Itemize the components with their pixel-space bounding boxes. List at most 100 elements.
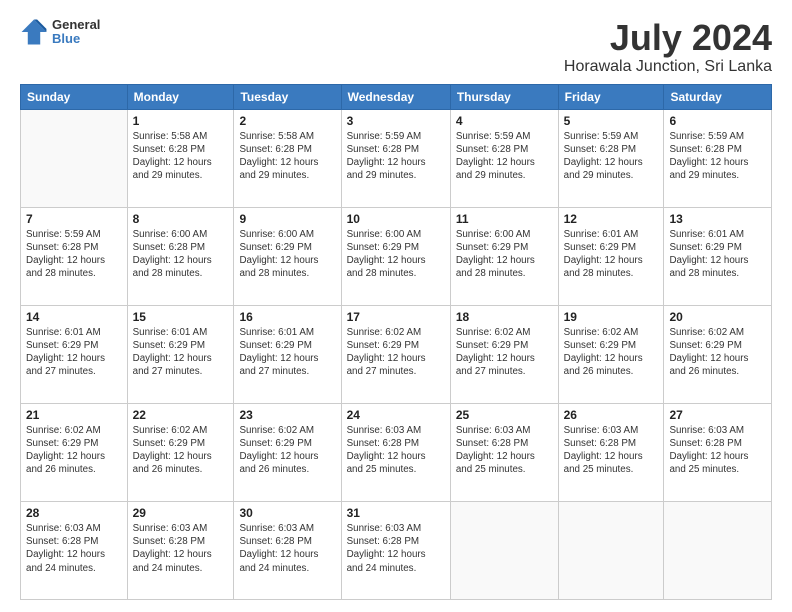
day-number: 19 bbox=[564, 310, 659, 324]
calendar-header: SundayMondayTuesdayWednesdayThursdayFrid… bbox=[21, 84, 772, 109]
calendar-table: SundayMondayTuesdayWednesdayThursdayFrid… bbox=[20, 84, 772, 600]
day-number: 20 bbox=[669, 310, 766, 324]
header-day-friday: Friday bbox=[558, 84, 664, 109]
day-info: Sunrise: 6:03 AM Sunset: 6:28 PM Dayligh… bbox=[456, 424, 553, 477]
day-info: Sunrise: 6:02 AM Sunset: 6:29 PM Dayligh… bbox=[239, 424, 335, 477]
calendar-cell: 23 Sunrise: 6:02 AM Sunset: 6:29 PM Dayli… bbox=[234, 403, 341, 501]
day-info: Sunrise: 6:02 AM Sunset: 6:29 PM Dayligh… bbox=[347, 326, 445, 379]
day-number: 23 bbox=[239, 408, 335, 422]
logo-text: General Blue bbox=[52, 18, 100, 47]
calendar-cell: 14 Sunrise: 6:01 AM Sunset: 6:29 PM Dayli… bbox=[21, 305, 128, 403]
header-day-monday: Monday bbox=[127, 84, 234, 109]
calendar-cell: 24Sunrise: 6:03 AM Sunset: 6:28 PM Dayli… bbox=[341, 403, 450, 501]
calendar-cell: 2Sunrise: 5:58 AM Sunset: 6:28 PM Daylig… bbox=[234, 109, 341, 207]
day-info: Sunrise: 5:59 AM Sunset: 6:28 PM Dayligh… bbox=[564, 130, 659, 183]
calendar-cell: 4Sunrise: 5:59 AM Sunset: 6:28 PM Daylig… bbox=[450, 109, 558, 207]
day-number: 21 bbox=[26, 408, 122, 422]
subtitle: Horawala Junction, Sri Lanka bbox=[564, 58, 772, 76]
day-info: Sunrise: 6:01 AM Sunset: 6:29 PM Dayligh… bbox=[133, 326, 229, 379]
week-row-1: 1Sunrise: 5:58 AM Sunset: 6:28 PM Daylig… bbox=[21, 109, 772, 207]
calendar-cell: 7 Sunrise: 5:59 AM Sunset: 6:28 PM Daylig… bbox=[21, 207, 128, 305]
day-number: 26 bbox=[564, 408, 659, 422]
week-row-2: 7 Sunrise: 5:59 AM Sunset: 6:28 PM Daylig… bbox=[21, 207, 772, 305]
logo: General Blue bbox=[20, 18, 100, 47]
day-number: 13 bbox=[669, 212, 766, 226]
calendar-cell bbox=[664, 501, 772, 599]
day-info: Sunrise: 6:01 AM Sunset: 6:29 PM Dayligh… bbox=[564, 228, 659, 281]
day-number: 30 bbox=[239, 506, 335, 520]
day-info: Sunrise: 5:59 AM Sunset: 6:28 PM Dayligh… bbox=[26, 228, 122, 281]
day-number: 22 bbox=[133, 408, 229, 422]
day-number: 31 bbox=[347, 506, 445, 520]
calendar-cell: 12 Sunrise: 6:01 AM Sunset: 6:29 PM Dayli… bbox=[558, 207, 664, 305]
calendar-cell: 21 Sunrise: 6:02 AM Sunset: 6:29 PM Dayli… bbox=[21, 403, 128, 501]
day-number: 9 bbox=[239, 212, 335, 226]
day-number: 25 bbox=[456, 408, 553, 422]
day-info: Sunrise: 5:59 AM Sunset: 6:28 PM Dayligh… bbox=[347, 130, 445, 183]
day-number: 28 bbox=[26, 506, 122, 520]
calendar-cell: 28 Sunrise: 6:03 AM Sunset: 6:28 PM Dayli… bbox=[21, 501, 128, 599]
calendar-cell: 31 Sunrise: 6:03 AM Sunset: 6:28 PM Dayli… bbox=[341, 501, 450, 599]
calendar-cell bbox=[21, 109, 128, 207]
day-number: 14 bbox=[26, 310, 122, 324]
header-day-sunday: Sunday bbox=[21, 84, 128, 109]
page: General Blue July 2024 Horawala Junction… bbox=[0, 0, 792, 612]
week-row-3: 14 Sunrise: 6:01 AM Sunset: 6:29 PM Dayli… bbox=[21, 305, 772, 403]
calendar-cell bbox=[450, 501, 558, 599]
day-info: Sunrise: 6:02 AM Sunset: 6:29 PM Dayligh… bbox=[669, 326, 766, 379]
logo-line2: Blue bbox=[52, 32, 100, 46]
day-number: 11 bbox=[456, 212, 553, 226]
day-info: Sunrise: 6:00 AM Sunset: 6:29 PM Dayligh… bbox=[347, 228, 445, 281]
title-section: July 2024 Horawala Junction, Sri Lanka bbox=[564, 18, 772, 76]
day-info: Sunrise: 6:03 AM Sunset: 6:28 PM Dayligh… bbox=[26, 522, 122, 575]
day-info: Sunrise: 6:00 AM Sunset: 6:28 PM Dayligh… bbox=[133, 228, 229, 281]
header-day-saturday: Saturday bbox=[664, 84, 772, 109]
day-number: 1 bbox=[133, 114, 229, 128]
day-info: Sunrise: 6:03 AM Sunset: 6:28 PM Dayligh… bbox=[564, 424, 659, 477]
calendar-cell: 11 Sunrise: 6:00 AM Sunset: 6:29 PM Dayli… bbox=[450, 207, 558, 305]
calendar-cell: 25 Sunrise: 6:03 AM Sunset: 6:28 PM Dayli… bbox=[450, 403, 558, 501]
header-row: SundayMondayTuesdayWednesdayThursdayFrid… bbox=[21, 84, 772, 109]
header-day-wednesday: Wednesday bbox=[341, 84, 450, 109]
day-number: 18 bbox=[456, 310, 553, 324]
day-info: Sunrise: 5:59 AM Sunset: 6:28 PM Dayligh… bbox=[669, 130, 766, 183]
day-info: Sunrise: 6:03 AM Sunset: 6:28 PM Dayligh… bbox=[239, 522, 335, 575]
header-day-thursday: Thursday bbox=[450, 84, 558, 109]
day-info: Sunrise: 6:02 AM Sunset: 6:29 PM Dayligh… bbox=[133, 424, 229, 477]
day-number: 8 bbox=[133, 212, 229, 226]
day-number: 3 bbox=[347, 114, 445, 128]
header: General Blue July 2024 Horawala Junction… bbox=[20, 18, 772, 76]
day-number: 4 bbox=[456, 114, 553, 128]
calendar-cell: 1Sunrise: 5:58 AM Sunset: 6:28 PM Daylig… bbox=[127, 109, 234, 207]
calendar-body: 1Sunrise: 5:58 AM Sunset: 6:28 PM Daylig… bbox=[21, 109, 772, 599]
calendar-cell: 3 Sunrise: 5:59 AM Sunset: 6:28 PM Daylig… bbox=[341, 109, 450, 207]
day-info: Sunrise: 6:01 AM Sunset: 6:29 PM Dayligh… bbox=[669, 228, 766, 281]
calendar-cell: 27Sunrise: 6:03 AM Sunset: 6:28 PM Dayli… bbox=[664, 403, 772, 501]
calendar-cell: 30 Sunrise: 6:03 AM Sunset: 6:28 PM Dayli… bbox=[234, 501, 341, 599]
day-info: Sunrise: 6:02 AM Sunset: 6:29 PM Dayligh… bbox=[26, 424, 122, 477]
calendar-cell: 22 Sunrise: 6:02 AM Sunset: 6:29 PM Dayli… bbox=[127, 403, 234, 501]
day-info: Sunrise: 6:01 AM Sunset: 6:29 PM Dayligh… bbox=[26, 326, 122, 379]
day-info: Sunrise: 6:02 AM Sunset: 6:29 PM Dayligh… bbox=[456, 326, 553, 379]
calendar-cell: 10Sunrise: 6:00 AM Sunset: 6:29 PM Dayli… bbox=[341, 207, 450, 305]
calendar-cell: 29Sunrise: 6:03 AM Sunset: 6:28 PM Dayli… bbox=[127, 501, 234, 599]
day-number: 17 bbox=[347, 310, 445, 324]
day-number: 2 bbox=[239, 114, 335, 128]
calendar-cell: 13 Sunrise: 6:01 AM Sunset: 6:29 PM Dayli… bbox=[664, 207, 772, 305]
day-info: Sunrise: 6:03 AM Sunset: 6:28 PM Dayligh… bbox=[347, 424, 445, 477]
day-info: Sunrise: 6:01 AM Sunset: 6:29 PM Dayligh… bbox=[239, 326, 335, 379]
calendar-cell: 17 Sunrise: 6:02 AM Sunset: 6:29 PM Dayli… bbox=[341, 305, 450, 403]
day-info: Sunrise: 6:02 AM Sunset: 6:29 PM Dayligh… bbox=[564, 326, 659, 379]
week-row-4: 21 Sunrise: 6:02 AM Sunset: 6:29 PM Dayli… bbox=[21, 403, 772, 501]
calendar-cell: 5 Sunrise: 5:59 AM Sunset: 6:28 PM Daylig… bbox=[558, 109, 664, 207]
day-number: 27 bbox=[669, 408, 766, 422]
logo-icon bbox=[20, 18, 48, 46]
day-info: Sunrise: 6:00 AM Sunset: 6:29 PM Dayligh… bbox=[239, 228, 335, 281]
day-number: 5 bbox=[564, 114, 659, 128]
calendar-cell: 20 Sunrise: 6:02 AM Sunset: 6:29 PM Dayli… bbox=[664, 305, 772, 403]
day-number: 12 bbox=[564, 212, 659, 226]
main-title: July 2024 bbox=[564, 18, 772, 58]
day-info: Sunrise: 6:00 AM Sunset: 6:29 PM Dayligh… bbox=[456, 228, 553, 281]
day-number: 7 bbox=[26, 212, 122, 226]
day-info: Sunrise: 6:03 AM Sunset: 6:28 PM Dayligh… bbox=[347, 522, 445, 575]
